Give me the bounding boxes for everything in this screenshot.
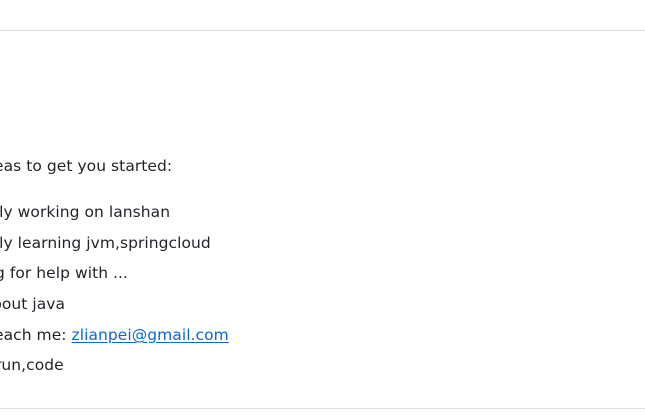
list-item-learning: tly learning jvm,springcloud xyxy=(0,234,211,252)
bottom-divider xyxy=(0,408,645,409)
contact-prefix: each me: xyxy=(0,326,72,344)
list-item-help-with: g for help with ... xyxy=(0,264,128,282)
intro-text: eas to get you started: xyxy=(0,157,173,175)
list-item-fun-fact: run,code xyxy=(0,356,64,374)
list-item-working-on: tly working on lanshan xyxy=(0,203,171,221)
email-link[interactable]: zlianpei@gmail.com xyxy=(72,326,229,344)
list-item-contact: each me: zlianpei@gmail.com xyxy=(0,324,229,346)
list-item-ask-about: bout java xyxy=(0,295,66,313)
top-divider xyxy=(0,30,645,31)
